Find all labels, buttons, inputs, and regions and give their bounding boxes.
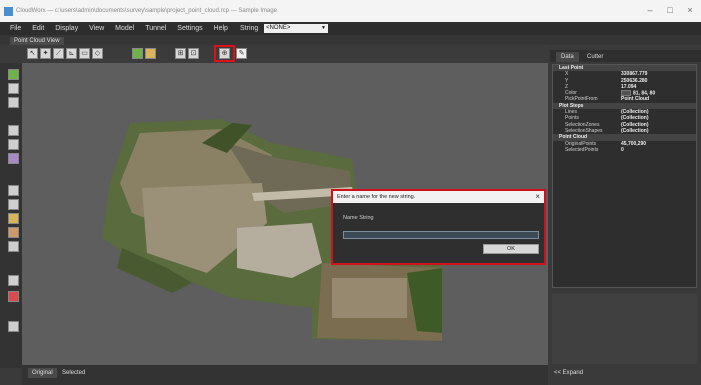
tool-view-iso-icon[interactable] [8, 153, 19, 164]
left-tool-strip [0, 63, 22, 368]
window-title: CloudWorx — c:\users\admin\documents\sur… [16, 8, 278, 14]
window-title-bar: CloudWorx — c:\users\admin\documents\sur… [0, 0, 701, 22]
new-string-highlight [214, 45, 235, 62]
tab-data[interactable]: Data [556, 52, 579, 62]
polyline-tool-icon[interactable]: ⟋ [53, 48, 64, 59]
maximize-button[interactable]: □ [664, 4, 676, 16]
measure-tool-icon[interactable]: ⊾ [66, 48, 77, 59]
menu-tunnel[interactable]: Tunnel [145, 22, 166, 35]
menu-display[interactable]: Display [55, 22, 78, 35]
tool-ruler-icon[interactable] [8, 185, 19, 196]
new-string-dialog: Enter a name for the new string. × Name … [331, 189, 546, 265]
close-window-button[interactable]: × [684, 4, 696, 16]
zoom-extents-icon[interactable]: ⊞ [175, 48, 186, 59]
tool-delete-icon[interactable] [8, 291, 19, 302]
property-row[interactable]: SelectedPoints 0 [553, 147, 696, 153]
viewport-tab-strip: Original Selected [22, 365, 548, 385]
ok-button[interactable]: OK [483, 244, 539, 254]
tab-selected[interactable]: Selected [58, 368, 89, 378]
tool-section-icon[interactable] [8, 241, 19, 252]
tool-grid-icon[interactable] [8, 199, 19, 210]
dialog-title: Enter a name for the new string. [337, 194, 416, 200]
property-value: 0 [621, 146, 624, 153]
menu-edit[interactable]: Edit [32, 22, 44, 35]
properties-description-pane [552, 294, 697, 364]
color-swatch [621, 90, 631, 97]
zoom-window-icon[interactable]: ⊡ [188, 48, 199, 59]
properties-tab-strip: Data Cutter [550, 50, 701, 62]
main-toolbar: ↖ ✦ ⟋ ⊾ ▭ ◇ ⊞ ⊡ ⊕ ✎ [0, 45, 548, 63]
select-arrow-icon[interactable]: ↖ [27, 48, 38, 59]
expand-button[interactable]: << Expand [554, 370, 583, 376]
tool-surface-icon[interactable] [8, 213, 19, 224]
clear-tool-icon[interactable]: ◇ [92, 48, 103, 59]
show-surface-icon[interactable] [145, 48, 156, 59]
tool-settings-icon[interactable] [8, 321, 19, 332]
property-grid: Last Point X 330867.779 Y 250636.280 Z 17.0… [552, 64, 697, 288]
dialog-close-button[interactable]: × [535, 191, 540, 203]
menu-help[interactable]: Help [214, 22, 228, 35]
tool-view-front-icon[interactable] [8, 139, 19, 150]
pick-point-icon[interactable]: ✦ [40, 48, 51, 59]
tool-volume-icon[interactable] [8, 227, 19, 238]
app-icon [4, 7, 13, 16]
properties-panel: Data Cutter Last Point X 330867.779 Y 2506… [550, 50, 701, 385]
name-string-label: Name String [343, 215, 374, 221]
menu-settings[interactable]: Settings [177, 22, 202, 35]
string-select[interactable]: <NONE> ▼ [264, 24, 328, 33]
pencil-icon[interactable]: ✎ [236, 48, 247, 59]
menu-model[interactable]: Model [115, 22, 134, 35]
show-model-icon[interactable] [132, 48, 143, 59]
tab-original[interactable]: Original [28, 368, 57, 378]
menu-view[interactable]: View [89, 22, 104, 35]
tool-camera-icon[interactable] [8, 275, 19, 286]
document-tab-strip: Point Cloud View [0, 35, 701, 45]
fence-tool-icon[interactable]: ▭ [79, 48, 90, 59]
tab-cutter[interactable]: Cutter [582, 52, 608, 62]
tool-view-top-icon[interactable] [8, 125, 19, 136]
dialog-title-bar: Enter a name for the new string. × [333, 191, 544, 203]
string-select-value: <NONE> [266, 25, 291, 31]
minimize-button[interactable]: – [644, 4, 656, 16]
menu-bar: File Edit Display View Model Tunnel Sett… [0, 22, 701, 35]
string-label: String [240, 25, 259, 32]
tool-select-icon[interactable] [8, 97, 19, 108]
tool-cursor-icon[interactable] [8, 83, 19, 94]
tab-point-cloud-view[interactable]: Point Cloud View [10, 37, 64, 45]
menu-file[interactable]: File [10, 22, 21, 35]
property-key: SelectedPoints [565, 146, 599, 153]
name-string-input[interactable] [343, 231, 539, 239]
tool-layers-icon[interactable] [8, 69, 19, 80]
chevron-down-icon: ▼ [321, 25, 326, 31]
